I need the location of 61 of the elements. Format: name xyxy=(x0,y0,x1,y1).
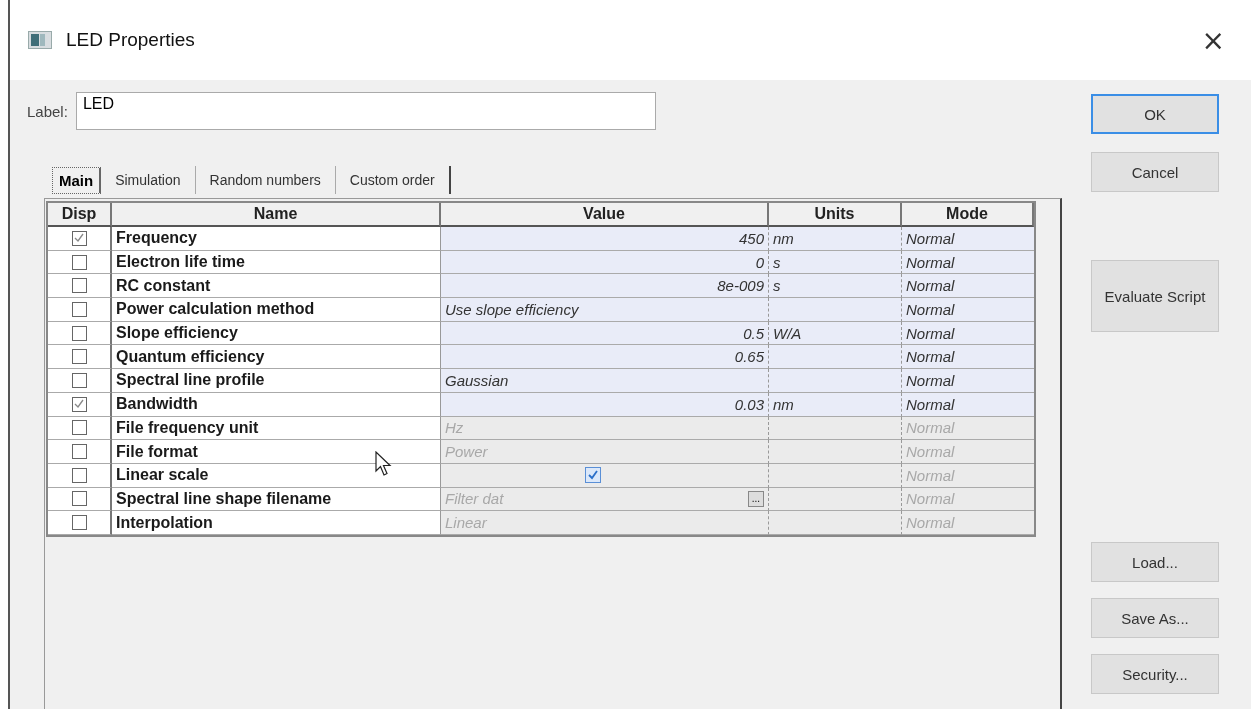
table-cell: Spectral line shape filename xyxy=(112,487,441,512)
checkbox[interactable] xyxy=(71,325,87,341)
dialog-button[interactable]: Load... xyxy=(1091,542,1219,582)
table-cell: Interpolation xyxy=(112,511,441,535)
dialog-button[interactable]: Evaluate Script xyxy=(1091,260,1219,332)
table-cell: Normal xyxy=(902,274,1034,299)
dialog-button[interactable]: Save As... xyxy=(1091,598,1219,638)
table-cell: Normal xyxy=(902,392,1034,417)
table-cell: Normal xyxy=(902,321,1034,346)
close-button[interactable]: × xyxy=(1195,22,1231,58)
checkbox[interactable] xyxy=(71,396,87,412)
dialog-button[interactable]: Security... xyxy=(1091,654,1219,694)
table-cell: Power calculation method xyxy=(112,298,441,322)
table-cell: W/A xyxy=(769,321,902,346)
checkbox[interactable] xyxy=(71,278,87,294)
table-cell: s xyxy=(769,250,902,275)
label-field[interactable]: LED xyxy=(75,92,656,130)
table-cell: Electron life time xyxy=(112,250,441,275)
value-cell[interactable]: 450 xyxy=(441,227,769,251)
table-cell: RC constant xyxy=(112,274,441,299)
table-cell: nm xyxy=(769,392,902,417)
value-cell[interactable]: 0 xyxy=(441,250,769,275)
table-cell: Quantum efficiency xyxy=(112,345,441,370)
checkbox[interactable] xyxy=(71,301,87,317)
table-cell: Normal xyxy=(902,345,1034,370)
file-name: Filter dat xyxy=(445,490,505,508)
value-cell[interactable]: 0.03 xyxy=(441,392,769,417)
checkbox[interactable] xyxy=(71,372,87,388)
table-cell: Normal xyxy=(902,487,1034,512)
table-cell: Normal xyxy=(902,416,1034,441)
checkbox[interactable] xyxy=(71,254,87,270)
checkbox[interactable] xyxy=(71,349,87,365)
table-cell: Normal xyxy=(902,298,1034,322)
table-cell: Normal xyxy=(902,250,1034,275)
table-cell: Frequency xyxy=(112,227,441,251)
table-cell: File format xyxy=(112,440,441,464)
dialog-button[interactable]: Cancel xyxy=(1091,152,1219,192)
field-label: Label: xyxy=(27,102,68,120)
value-cell[interactable]: Gaussian xyxy=(441,369,769,393)
value-cell[interactable]: 0.65 xyxy=(441,345,769,370)
table-cell: Spectral line profile xyxy=(112,369,441,393)
value-cell[interactable]: Use slope efficiency xyxy=(441,298,769,322)
table-cell: File frequency unit xyxy=(112,416,441,441)
table-cell: Normal xyxy=(902,463,1034,488)
app-icon xyxy=(28,31,52,49)
checkbox[interactable] xyxy=(71,230,87,246)
value-cell[interactable]: 8e-009 xyxy=(441,274,769,299)
window-title: LED Properties xyxy=(66,29,195,51)
table-cell: s xyxy=(769,274,902,299)
table-cell: Linear scale xyxy=(112,463,441,488)
table-cell: Normal xyxy=(902,440,1034,464)
table-cell: Normal xyxy=(902,511,1034,535)
table-cell: Normal xyxy=(902,227,1034,251)
value-cell[interactable]: 0.5 xyxy=(441,321,769,346)
cursor-icon xyxy=(375,451,393,477)
tab[interactable]: Main xyxy=(52,167,102,194)
table-cell: nm xyxy=(769,227,902,251)
table-cell: Bandwidth xyxy=(112,392,441,417)
table-cell: Normal xyxy=(902,369,1034,393)
table-cell: Slope efficiency xyxy=(112,321,441,346)
dialog-button[interactable]: OK xyxy=(1091,94,1219,134)
